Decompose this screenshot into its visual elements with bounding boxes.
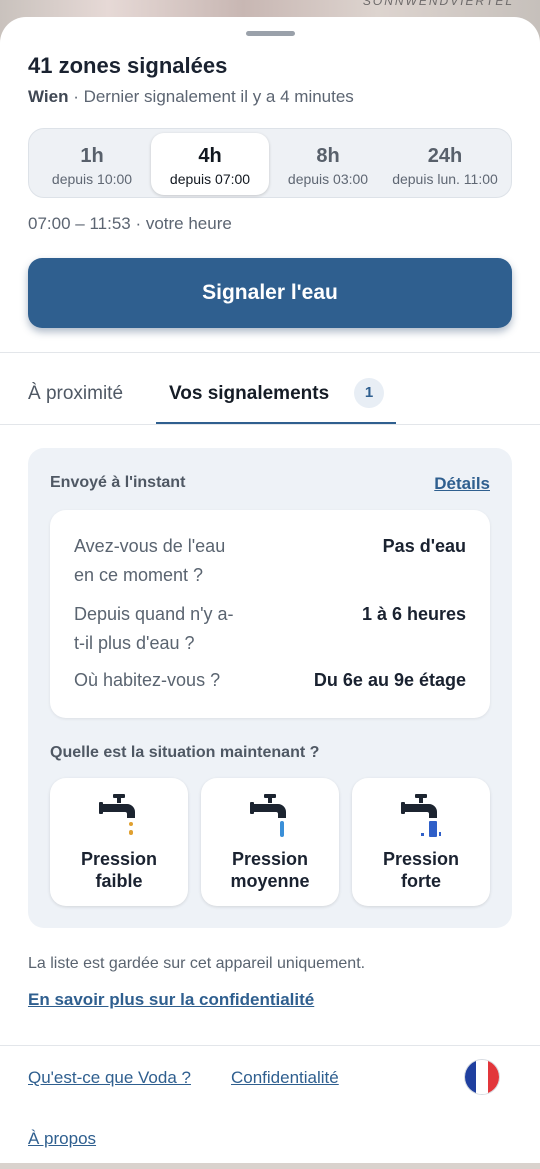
answer-question: Avez-vous de l'eau en ce moment ? (74, 532, 225, 590)
pressure-low-button[interactable]: Pression faible (50, 778, 188, 906)
time-filter-24h[interactable]: 24h depuis lun. 11:00 (381, 133, 509, 195)
tab-my-reports[interactable]: Vos signalements (169, 383, 329, 405)
answer-value: 1 à 6 heures (361, 604, 466, 624)
privacy-learn-more-link[interactable]: En savoir plus sur la confidentialité (28, 990, 314, 1010)
pressure-label-line: moyenne (230, 871, 310, 891)
divider (0, 424, 540, 425)
last-report-subtitle: Wien · Dernier signalement il y a 4 minu… (28, 87, 354, 107)
pressure-label-line: forte (401, 871, 441, 891)
report-sent-status: Envoyé à l'instant (50, 474, 186, 491)
time-filter-4h[interactable]: 4h depuis 07:00 (151, 133, 269, 195)
my-reports-count-badge: 1 (354, 378, 384, 408)
report-water-button[interactable]: Signaler l'eau (28, 258, 512, 328)
zones-title: 41 zones signalées (28, 53, 228, 78)
bottom-map-strip (0, 1163, 540, 1169)
flag-stripe-blue (465, 1060, 477, 1094)
divider (0, 1045, 540, 1046)
pressure-label-line: Pression (231, 849, 309, 869)
footer-what-is-voda-link[interactable]: Qu'est-ce que Voda ? (28, 1068, 191, 1088)
divider (0, 352, 540, 353)
time-filter-label: 4h (198, 145, 222, 167)
time-filter-label: 24h (427, 145, 463, 167)
time-filter-sub: depuis 07:00 (169, 171, 251, 187)
pressure-medium-button[interactable]: Pression moyenne (201, 778, 339, 906)
pressure-label-line: faible (95, 871, 143, 891)
tab-nearby[interactable]: À proximité (28, 383, 123, 405)
pressure-label: Pression forte (352, 848, 490, 892)
time-filter-sub: depuis 10:00 (51, 171, 133, 187)
question-line: Depuis quand n'y a- (74, 604, 234, 624)
time-filter-segmented-control: 1h depuis 10:00 4h depuis 07:00 8h depui… (28, 128, 512, 198)
time-filter-sub: depuis lun. 11:00 (392, 171, 498, 187)
tap-stream-icon (250, 794, 286, 837)
report-answers-panel: Avez-vous de l'eau en ce moment ? Pas d'… (50, 510, 490, 718)
time-filter-label: 8h (316, 145, 340, 167)
answer-question: Depuis quand n'y a- t-il plus d'eau ? (74, 600, 234, 658)
flag-stripe-red (487, 1060, 499, 1094)
pressure-label: Pression moyenne (201, 848, 339, 892)
map-district-label: SONNWENDVIERTEL (362, 0, 514, 8)
city-name: Wien (28, 87, 69, 106)
pressure-label-line: Pression (382, 849, 460, 869)
answer-value: Pas d'eau (382, 536, 466, 556)
question-line: Avez-vous de l'eau (74, 536, 226, 556)
report-card: Envoyé à l'instant Détails Avez-vous de … (28, 448, 512, 928)
pressure-label: Pression faible (50, 848, 188, 892)
time-range-text: 07:00 – 11:53 · votre heure (28, 214, 232, 233)
tap-strong-stream-icon (401, 794, 441, 837)
footer-about-link[interactable]: À propos (28, 1129, 96, 1149)
bottom-sheet: 41 zones signalées Wien · Dernier signal… (0, 17, 540, 1169)
answer-question: Où habitez-vous ? (74, 670, 221, 690)
flag-stripe-white (476, 1060, 488, 1094)
privacy-note: La liste est gardée sur cet appareil uni… (28, 955, 366, 972)
question-line: en ce moment ? (74, 565, 204, 585)
france-flag-icon[interactable] (465, 1060, 499, 1094)
time-filter-1h[interactable]: 1h depuis 10:00 (33, 133, 151, 195)
time-filter-label: 1h (80, 145, 104, 167)
last-report-text: · Dernier signalement il y a 4 minutes (68, 87, 354, 106)
question-line: t-il plus d'eau ? (74, 633, 195, 653)
tap-drip-icon (99, 794, 135, 835)
situation-question: Quelle est la situation maintenant ? (50, 744, 320, 761)
time-filter-sub: depuis 03:00 (287, 171, 369, 187)
sheet-drag-handle[interactable] (246, 31, 295, 36)
details-link[interactable]: Détails (434, 474, 490, 494)
footer-privacy-link[interactable]: Confidentialité (231, 1068, 339, 1088)
pressure-strong-button[interactable]: Pression forte (352, 778, 490, 906)
answer-value: Du 6e au 9e étage (313, 670, 466, 690)
pressure-label-line: Pression (80, 849, 158, 869)
time-filter-8h[interactable]: 8h depuis 03:00 (269, 133, 387, 195)
